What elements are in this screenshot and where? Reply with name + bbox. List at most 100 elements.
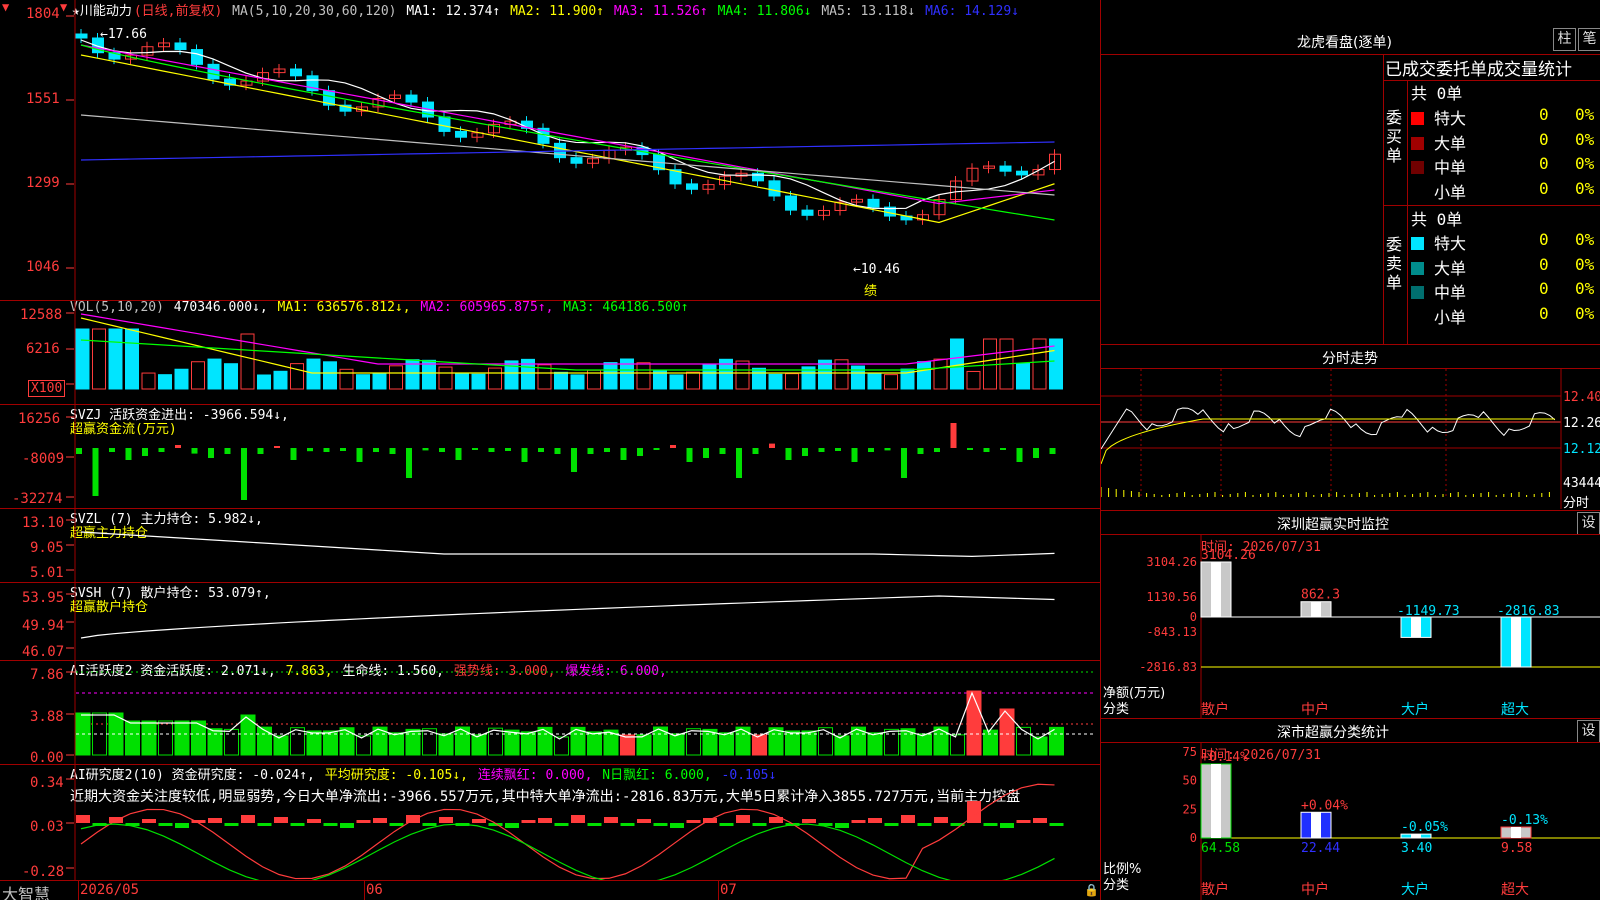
svzj-bar	[389, 448, 396, 454]
class-chart[interactable]: 75 50 25 0 +0.14% 64.58 散户 +0.04% 22.44 中户 -0.05% 3…	[1101, 742, 1600, 900]
volume-chart[interactable]	[0, 300, 1100, 404]
kline-chart[interactable]	[0, 0, 1100, 300]
kline-candle	[174, 42, 187, 51]
kline-low-value: 10.46	[860, 262, 900, 277]
bar-view-button[interactable]: 柱	[1553, 28, 1576, 51]
class-value-label-3: 9.58	[1501, 841, 1532, 856]
tab-orders[interactable]: 委托单	[1436, 60, 1487, 79]
svzl-chart[interactable]	[0, 508, 1100, 582]
ai2-bar	[1049, 823, 1064, 826]
svzj-bar	[373, 448, 379, 452]
ai1-bar	[752, 734, 767, 756]
svzj-bar	[1000, 448, 1006, 450]
class-category-1: 中户	[1301, 881, 1329, 898]
ai1-bar	[537, 726, 553, 756]
svzj-bar	[587, 448, 594, 454]
monitor-xlabel: 分类	[1103, 702, 1130, 717]
svzj-bar	[142, 448, 148, 456]
svsh-panel[interactable]: SVSH (7) 散户持仓: 53.079↑, 超赢散户持仓 53.95 49.…	[0, 582, 1100, 660]
monitor-axis-label: 3104.26	[1146, 555, 1197, 569]
row-count: 0	[1539, 105, 1549, 124]
svzl-panel[interactable]: SVZL (7) 主力持仓: 5.982↓, 超赢主力持仓 13.10 9.05…	[0, 508, 1100, 582]
volume-bar	[290, 363, 304, 390]
volume-bar	[257, 374, 271, 390]
ai2-bar	[620, 823, 635, 826]
tab-volume-stats[interactable]: 成交量统计	[1487, 60, 1572, 79]
svzj-bar	[851, 448, 858, 462]
ai1-bar	[554, 736, 569, 756]
kline-high-value: 17.66	[107, 27, 147, 42]
order-row: 中单 0 0%	[1411, 154, 1600, 178]
tick-view-button[interactable]: 笔	[1578, 28, 1600, 51]
volume-bar	[752, 367, 766, 390]
kline-note[interactable]: 绩	[864, 280, 877, 299]
volume-bar	[273, 370, 288, 390]
right-panel: 龙虎看盘(逐单) 柱 笔 已成交委托单成交量统计 委买单 委卖单 共 0单 共 …	[1100, 0, 1600, 900]
kline-candle	[768, 180, 781, 197]
kline-candle	[785, 195, 797, 211]
kline-candle	[801, 209, 814, 216]
ai-activity-chart[interactable]	[0, 660, 1100, 764]
class-settings-button[interactable]: 设	[1577, 720, 1600, 743]
volume-bar	[636, 362, 651, 390]
ai-activity-panel[interactable]: AI活跃度2 资金活跃度: 2.071↓, 7.863, 生命线: 1.560,…	[0, 660, 1100, 766]
svsh-line	[80, 595, 1055, 639]
ai2-bar	[917, 823, 932, 826]
volume-panel[interactable]: VOL(5,10,20) 470346.000↓, MA1: 636576.81…	[0, 300, 1100, 404]
color-swatch	[1411, 161, 1424, 174]
svzj-bar	[538, 448, 544, 452]
svsh-chart[interactable]	[0, 582, 1100, 660]
ai1-bar	[389, 732, 404, 756]
kline-candle	[999, 165, 1012, 172]
ai2-red-line	[80, 783, 1055, 880]
svzj-bar	[323, 448, 330, 452]
volume-bar	[702, 364, 717, 390]
ai-research-panel[interactable]: AI研究度2(10) 资金研究度: -0.024↑, 平均研究度: -0.105…	[0, 764, 1100, 880]
monitor-bar-label-0: 3104.26	[1201, 548, 1256, 563]
row-percent: 0%	[1575, 303, 1595, 323]
ai1-bar	[1016, 726, 1031, 756]
kline-low-label: ←10.46	[853, 262, 900, 277]
tab-executed[interactable]: 已成交	[1385, 60, 1436, 79]
svzj-chart[interactable]	[0, 404, 1100, 508]
volume-bar	[323, 361, 337, 390]
monitor-chart[interactable]: 3104.26 1130.56 0-843.13 -2816.83 3104.26 散户 8…	[1101, 534, 1600, 718]
volume-bar	[983, 338, 997, 390]
brand-label[interactable]: 大智慧	[2, 881, 50, 900]
class-top-label-3: -0.13%	[1501, 813, 1548, 828]
volume-bar	[306, 358, 321, 390]
svzj-bar	[835, 448, 841, 451]
class-bar-shine-1	[1311, 812, 1321, 838]
ai1-bar	[818, 727, 833, 756]
svzj-bar	[703, 448, 709, 458]
class-category-3: 超大	[1501, 882, 1529, 898]
ai1-bar	[158, 720, 173, 756]
ai-research-chart[interactable]	[0, 764, 1100, 880]
date-bar[interactable]: 大智慧 2026/05 06 07 🔒	[0, 880, 1100, 900]
ai2-bar	[670, 823, 684, 828]
kline-candle	[867, 198, 880, 208]
volume-bar	[554, 371, 568, 390]
ai1-bar	[917, 733, 932, 756]
class-axis-label: 75	[1183, 745, 1197, 759]
kline-panel[interactable]: ▼ ▼ ★川能动力 (日线,前复权) MA(5,10,20,30,60,120) …	[0, 0, 1100, 300]
volume-bar	[438, 366, 453, 390]
class-top-label-0: +0.14%	[1201, 750, 1248, 765]
lock-icon[interactable]: 🔒	[1084, 883, 1099, 897]
color-swatch	[1411, 310, 1424, 324]
ai1-bar	[686, 728, 701, 756]
ai1-bar	[141, 720, 157, 756]
monitor-settings-button[interactable]: 设	[1577, 512, 1600, 535]
row-percent: 0%	[1575, 279, 1595, 298]
volume-bar	[191, 361, 205, 390]
intraday-chart[interactable]	[1101, 369, 1600, 509]
svzj-panel[interactable]: SVZJ 活跃资金进出: -3966.594↓, 超赢资金流(万元) 16256…	[0, 404, 1100, 508]
color-swatch	[1411, 185, 1424, 199]
volume-bar	[504, 360, 519, 390]
ai2-bar	[637, 819, 651, 823]
kline-candle	[1016, 170, 1028, 176]
svzj-bar	[191, 448, 198, 454]
ai1-bar	[950, 734, 965, 756]
kline-candle	[438, 116, 451, 132]
row-name: 小单	[1434, 182, 1467, 202]
